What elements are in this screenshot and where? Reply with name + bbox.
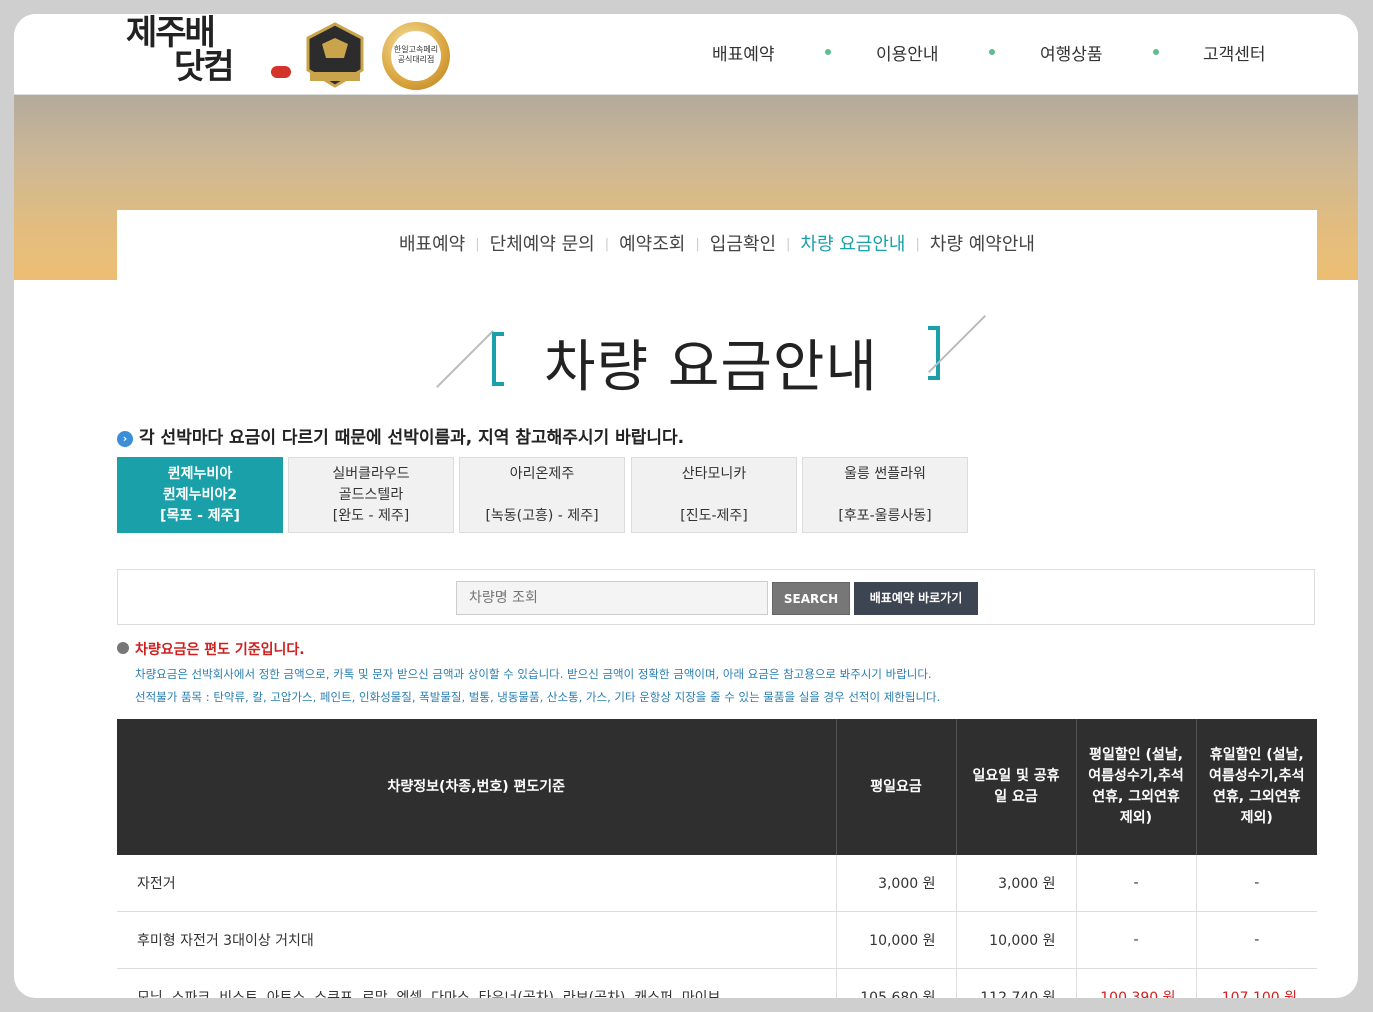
subnav-reservation-lookup[interactable]: 예약조회 [609, 230, 695, 256]
logo-mark [271, 66, 291, 78]
page-title-block: 차량 요금안내 [436, 314, 994, 404]
ship-tab-route: [진도-제주] [680, 508, 748, 524]
nav-ticket-reservation[interactable]: 배표예약 [712, 40, 775, 65]
ship-tab-line: 울릉 썬플라워 [844, 466, 926, 482]
holiday-discount-cell: - [1196, 911, 1317, 969]
ship-tab-line [460, 485, 624, 506]
page-title: 차량 요금안내 [544, 335, 878, 400]
column-header: 휴일할인 (설날, 여름성수기,추석연휴, 그외연휴 제외) [1196, 719, 1317, 855]
ship-tab-line [632, 485, 796, 506]
subnav-vehicle-fare[interactable]: 차량 요금안내 [790, 230, 915, 256]
holiday-discount-cell: - [1196, 855, 1317, 912]
holiday-fare-cell: 3,000 원 [956, 855, 1077, 912]
fare-info: 차량요금은 편도 기준입니다. 차량요금은 선박회사에서 정한 금액으로, 카톡… [117, 639, 1317, 705]
weekday-fare-cell: 10,000 원 [836, 911, 957, 969]
ship-tab-route: [완도 - 제주] [332, 508, 410, 524]
subnav-deposit-check[interactable]: 입금확인 [700, 230, 786, 256]
nav-usage-guide[interactable]: 이용안내 [876, 40, 939, 65]
certification-badge-icon [306, 22, 364, 88]
vehicle-search-input[interactable] [456, 581, 768, 615]
ship-tab-route: [녹동(고흥) - 제주] [485, 508, 599, 524]
nav-travel-products[interactable]: 여행상품 [1040, 40, 1103, 65]
table-row: 후미형 자전거 3대이상 거치대 10,000 원 10,000 원 - - [117, 911, 1317, 969]
ship-tab-queen-jenuvia[interactable]: 퀸제누비아 퀸제누비아2 [목포 - 제주] [117, 457, 283, 533]
vehicle-name-cell: 자전거 [117, 855, 837, 912]
ship-tab-line: 아리온제주 [509, 466, 575, 482]
ship-tab-line [803, 485, 967, 506]
ship-tab-line: 퀸제누비아2 [162, 487, 238, 503]
logo-line2: 닷컴 [174, 47, 235, 87]
fare-info-line: 차량요금은 선박회사에서 정한 금액으로, 카톡 및 문자 받으신 금액과 상이… [135, 667, 932, 681]
sub-navigation: 배표예약 | 단체예약 문의 | 예약조회 | 입금확인 | 차량 요금안내 | 차량 예약안내 [117, 210, 1317, 280]
nav-dot [825, 49, 831, 55]
holiday-discount-cell: 107,100 원 [1196, 968, 1317, 998]
weekday-discount-cell: - [1076, 911, 1197, 969]
vehicle-fare-table: 차량정보(차종,번호) 편도기준 평일요금 일요일 및 공휴일 요금 평일할인 … [117, 719, 1317, 998]
ship-tab-line: 실버클라우드 [332, 466, 410, 482]
table-row: 모닝, 스파크, 비스토, 아토스, 스쿠프, 르망, 엑셀, 다마스, 타우너… [117, 968, 1317, 998]
official-agency-badge: 한일고속페리 공식대리점 [382, 22, 450, 90]
browser-window: 제주배 닷컴 한일고속페리 공식대리점 배표예약 이용안내 여행상품 고객센터 … [14, 14, 1358, 998]
subnav-ticket-reservation[interactable]: 배표예약 [389, 230, 475, 256]
ship-tab-line: 퀸제누비아 [167, 466, 233, 482]
column-header: 평일할인 (설날, 여름성수기,추석연휴, 그외연휴 제외) [1076, 719, 1197, 855]
table-header-row: 차량정보(차종,번호) 편도기준 평일요금 일요일 및 공휴일 요금 평일할인 … [117, 719, 1317, 855]
weekday-fare-cell: 3,000 원 [836, 855, 957, 912]
ship-tab-line: 골드스텔라 [338, 487, 404, 503]
ticket-reservation-shortcut-button[interactable]: 배표예약 바로가기 [854, 582, 978, 615]
fare-info-title-text: 차량요금은 편도 기준입니다. [135, 642, 305, 658]
column-header: 평일요금 [836, 719, 957, 855]
search-bar: SEARCH 배표예약 바로가기 [117, 569, 1315, 625]
subnav-vehicle-reservation[interactable]: 차량 예약안내 [920, 230, 1045, 256]
nav-dot [989, 49, 995, 55]
holiday-fare-cell: 112,740 원 [956, 968, 1077, 998]
search-button[interactable]: SEARCH [772, 582, 850, 615]
subnav-group-inquiry[interactable]: 단체예약 문의 [480, 230, 605, 256]
ship-tab-route: [목포 - 제주] [160, 508, 240, 524]
column-header: 일요일 및 공휴일 요금 [956, 719, 1077, 855]
nav-customer-center[interactable]: 고객센터 [1203, 40, 1266, 65]
ship-tab-arion-jeju[interactable]: 아리온제주 [녹동(고흥) - 제주] [459, 457, 625, 533]
decor-slash [436, 330, 494, 388]
weekday-discount-cell: - [1076, 855, 1197, 912]
ship-tab-santa-monica[interactable]: 산타모니카 [진도-제주] [631, 457, 797, 533]
holiday-fare-cell: 10,000 원 [956, 911, 1077, 969]
ship-tab-route: [후포-울릉사동] [838, 508, 932, 524]
vehicle-name-cell: 모닝, 스파크, 비스토, 아토스, 스쿠프, 르망, 엑셀, 다마스, 타우너… [117, 968, 837, 998]
site-logo[interactable]: 제주배 닷컴 [126, 16, 291, 88]
ship-notice-text: 각 선박마다 요금이 다르기 때문에 선박이름과, 지역 참고해주시기 바랍니다… [139, 428, 685, 448]
nav-dot [1153, 49, 1159, 55]
site-header: 제주배 닷컴 한일고속페리 공식대리점 배표예약 이용안내 여행상품 고객센터 [14, 14, 1358, 95]
ship-tab-silver-cloud[interactable]: 실버클라우드 골드스텔라 [완도 - 제주] [288, 457, 454, 533]
fare-info-title: 차량요금은 편도 기준입니다. [117, 639, 1317, 659]
column-header: 차량정보(차종,번호) 편도기준 [117, 719, 837, 855]
weekday-fare-cell: 105,680 원 [836, 968, 957, 998]
chevron-right-icon: › [117, 431, 133, 447]
badge2-label: 한일고속페리 공식대리점 [391, 31, 441, 81]
ship-notice: › 각 선박마다 요금이 다르기 때문에 선박이름과, 지역 참고해주시기 바랍니… [117, 423, 684, 448]
weekday-discount-cell: 100,390 원 [1076, 968, 1197, 998]
ship-tab-ulleung-sunflower[interactable]: 울릉 썬플라워 [후포-울릉사동] [802, 457, 968, 533]
bullet-icon [117, 642, 129, 654]
logo-text: 제주배 닷컴 [126, 16, 235, 87]
bracket-left [492, 332, 504, 386]
restricted-items-line: 선적불가 품목 : 탄약류, 칼, 고압가스, 페인트, 인화성물질, 폭발물질… [135, 690, 941, 704]
table-row: 자전거 3,000 원 3,000 원 - - [117, 855, 1317, 912]
vehicle-name-cell: 후미형 자전거 3대이상 거치대 [117, 911, 837, 969]
ship-tab-line: 산타모니카 [681, 466, 747, 482]
